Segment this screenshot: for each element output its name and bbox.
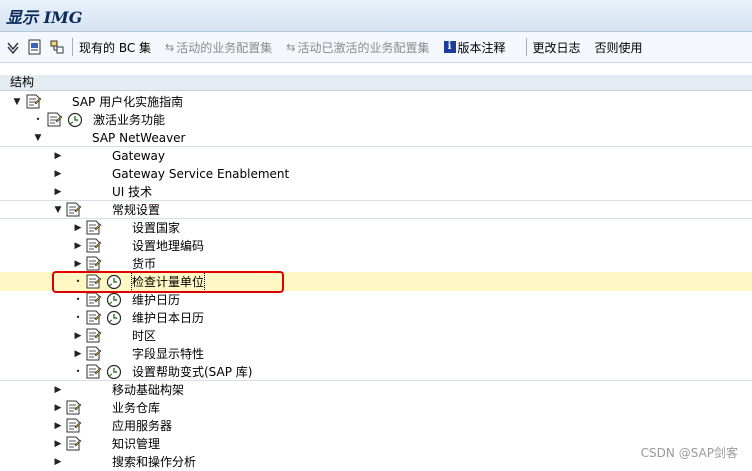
activated-bc-sets-button[interactable]: ⇆ 活动的业务配置集 (165, 39, 272, 56)
tree-node-label[interactable]: 字段显示特性 (132, 345, 204, 363)
documentation-icon[interactable] (86, 364, 102, 379)
execute-activity-icon[interactable] (67, 112, 83, 128)
bc-sets-button[interactable]: 现有的 BC 集 (79, 39, 151, 56)
documentation-icon[interactable] (47, 112, 63, 127)
release-notes-label: 版本注释 (457, 40, 506, 55)
link-icon: ⇆ (165, 40, 175, 54)
tree-row[interactable]: ▶ 搜索和操作分析 (0, 452, 752, 471)
documentation-icon[interactable] (66, 400, 82, 415)
documentation-icon[interactable] (86, 328, 102, 343)
tree-row[interactable]: • 设置帮助变式(SAP 库) (0, 362, 752, 381)
tree-row[interactable]: ▶ 时区 (0, 326, 752, 345)
execute-activity-icon[interactable] (106, 364, 122, 380)
tree-header-label: 结构 (10, 75, 35, 89)
documentation-icon[interactable] (86, 220, 102, 235)
collapse-node-icon[interactable]: ▼ (33, 129, 43, 147)
tree-node-label[interactable]: 知识管理 (112, 435, 160, 453)
structure-icon[interactable] (48, 38, 66, 56)
tree-row[interactable]: ▶ 设置地理编码 (0, 236, 752, 255)
leaf-node-icon: • (35, 115, 41, 124)
display-document-icon[interactable] (26, 38, 44, 56)
documentation-icon[interactable] (86, 310, 102, 325)
tree-row[interactable]: • 激活业务功能 (0, 110, 752, 129)
tree-node-label[interactable]: 设置国家 (132, 219, 180, 237)
documentation-icon[interactable] (86, 346, 102, 361)
tree-row[interactable]: ▶ 移动基础构架 (0, 380, 752, 399)
tree-row[interactable]: ▶ Gateway (0, 146, 752, 165)
change-log-button[interactable]: 更改日志 (533, 39, 581, 56)
tree-node-label[interactable]: 维护日历 (132, 291, 180, 309)
tree-row[interactable]: • 维护日本日历 (0, 308, 752, 327)
tree-node-label[interactable]: 设置地理编码 (132, 237, 204, 255)
activated-bc-sets-activity-label: 活动已激活的业务配置集 (297, 40, 430, 55)
tree-node-label[interactable]: 业务仓库 (112, 399, 160, 417)
documentation-icon[interactable] (86, 238, 102, 253)
execute-activity-icon[interactable] (106, 310, 122, 326)
tree-node-label[interactable]: SAP 用户化实施指南 (72, 93, 183, 111)
expand-node-icon[interactable]: ▶ (73, 345, 83, 363)
where-used-button[interactable]: 否则使用 (595, 39, 643, 56)
watermark: CSDN @SAP剑客 (640, 446, 738, 460)
toolbar-separator (525, 38, 527, 56)
tree-node-label[interactable]: SAP NetWeaver (92, 129, 185, 147)
info-icon: i (443, 41, 456, 53)
tree-node-label[interactable]: 移动基础构架 (112, 381, 184, 399)
documentation-icon[interactable] (86, 256, 102, 271)
leaf-node-icon: • (75, 313, 81, 322)
tree-row[interactable]: ▶ 字段显示特性 (0, 344, 752, 363)
expand-node-icon[interactable]: ▶ (53, 417, 63, 435)
tree-node-label[interactable]: Gateway (112, 147, 165, 165)
expand-node-icon[interactable]: ▶ (53, 453, 63, 471)
collapse-node-icon[interactable]: ▼ (12, 93, 22, 111)
activated-bc-sets-label: 活动的业务配置集 (176, 40, 273, 55)
application-toolbar: 现有的 BC 集 ⇆ 活动的业务配置集 ⇆ 活动已激活的业务配置集 i 版本注释… (0, 32, 752, 63)
expand-node-icon[interactable]: ▶ (53, 381, 63, 399)
expand-node-icon[interactable]: ▶ (53, 165, 63, 183)
collapse-node-icon[interactable]: ▼ (53, 201, 63, 219)
documentation-icon[interactable] (66, 436, 82, 451)
title-bar: 显示 IMG (0, 0, 752, 32)
tree-row[interactable]: ▶ 设置国家 (0, 218, 752, 237)
tree-node-label[interactable]: 应用服务器 (112, 417, 172, 435)
documentation-icon[interactable] (26, 94, 42, 109)
link-icon: ⇆ (286, 40, 296, 54)
tree-node-label[interactable]: 设置帮助变式(SAP 库) (132, 363, 252, 381)
tree-row[interactable]: ▼ SAP 用户化实施指南 (0, 92, 752, 111)
leaf-node-icon: • (75, 367, 81, 376)
expand-node-icon[interactable]: ▶ (53, 399, 63, 417)
tree-row[interactable]: ▼ SAP NetWeaver (0, 128, 752, 147)
tree-row[interactable]: ▶ Gateway Service Enablement (0, 164, 752, 183)
tree-node-label[interactable]: Gateway Service Enablement (112, 165, 289, 183)
release-notes-button[interactable]: i 版本注释 (443, 39, 506, 56)
expand-node-icon[interactable]: ▶ (53, 435, 63, 453)
tree-node-label[interactable]: 时区 (132, 327, 156, 345)
highlight-box (52, 271, 284, 293)
tree-node-label[interactable]: UI 技术 (112, 183, 152, 201)
tree-row[interactable]: ▶ 业务仓库 (0, 398, 752, 417)
tree-row[interactable]: ▼ 常规设置 (0, 200, 752, 219)
tree-row[interactable]: ▶ UI 技术 (0, 182, 752, 201)
expand-node-icon[interactable]: ▶ (73, 327, 83, 345)
tree-node-label[interactable]: 激活业务功能 (93, 111, 165, 129)
leaf-node-icon: • (75, 295, 81, 304)
documentation-icon[interactable] (86, 292, 102, 307)
tree-row[interactable]: ▶ 应用服务器 (0, 416, 752, 435)
expand-node-icon[interactable]: ▶ (73, 237, 83, 255)
documentation-icon[interactable] (66, 202, 82, 217)
tree-row[interactable]: ▶ 知识管理 (0, 434, 752, 453)
execute-activity-icon[interactable] (106, 292, 122, 308)
page-title: 显示 IMG (6, 8, 83, 27)
expand-node-icon[interactable]: ▶ (73, 219, 83, 237)
tree-column-header: 结构 (0, 75, 752, 91)
expand-node-icon[interactable]: ▶ (53, 147, 63, 165)
expand-node-icon[interactable]: ▶ (53, 183, 63, 201)
toolbar-separator (72, 38, 73, 56)
tree-node-label[interactable]: 搜索和操作分析 (112, 453, 196, 471)
expand-all-icon[interactable] (4, 38, 22, 56)
activated-bc-sets-activity-button[interactable]: ⇆ 活动已激活的业务配置集 (286, 39, 429, 56)
tree-node-label[interactable]: 常规设置 (112, 201, 160, 219)
documentation-icon[interactable] (66, 418, 82, 433)
tree-node-label[interactable]: 维护日本日历 (132, 309, 204, 327)
